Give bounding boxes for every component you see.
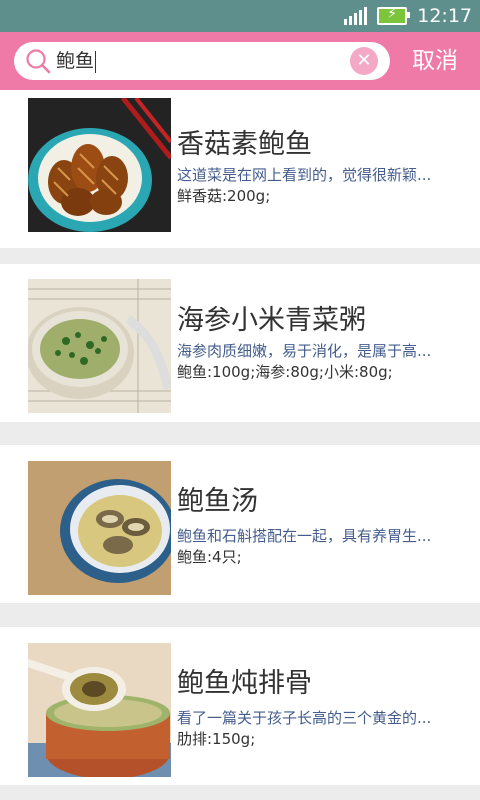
clock: 12:17 — [417, 5, 472, 27]
recipe-description: 看了一篇关于孩子长高的三个黄金的... — [177, 709, 432, 727]
search-icon — [26, 49, 51, 74]
recipe-thumbnail — [28, 279, 171, 413]
recipe-ingredients: 肋排:150g; — [177, 730, 256, 748]
list-item[interactable]: 鲍鱼炖排骨 看了一篇关于孩子长高的三个黄金的... 肋排:150g; — [0, 627, 480, 785]
recipe-thumbnail — [28, 98, 171, 232]
list-item[interactable]: 鲍鱼汤 鲍鱼和石斛搭配在一起，具有养胃生... 鲍鱼:4只; — [0, 445, 480, 603]
list-item[interactable]: 海参小米青菜粥 海参肉质细嫩，易于消化，是属于高... 鲍鱼:100g;海参:8… — [0, 264, 480, 422]
recipe-thumbnail — [28, 643, 171, 777]
cancel-button[interactable]: 取消 — [412, 46, 458, 76]
battery-icon: ⚡ — [377, 6, 411, 25]
search-query: 鲍鱼 — [56, 50, 95, 72]
recipe-thumbnail — [28, 461, 171, 595]
recipe-description: 海参肉质细嫩，易于消化，是属于高... — [177, 342, 432, 360]
recipe-ingredients: 鲍鱼:100g;海参:80g;小米:80g; — [177, 363, 393, 381]
signal-icon — [344, 7, 368, 25]
recipe-title: 鲍鱼炖排骨 — [177, 668, 312, 699]
recipe-description: 这道菜是在网上看到的，觉得很新颖... — [177, 166, 432, 184]
recipe-ingredients: 鲜香菇:200g; — [177, 187, 271, 205]
status-bar: ⚡ 12:17 — [0, 0, 480, 32]
recipe-ingredients: 鲍鱼:4只; — [177, 548, 242, 566]
recipe-title: 海参小米青菜粥 — [177, 305, 366, 336]
search-bar: 鲍鱼 ✕ 取消 — [0, 32, 480, 90]
list-item[interactable]: 香菇素鲍鱼 这道菜是在网上看到的，觉得很新颖... 鲜香菇:200g; — [0, 90, 480, 248]
clear-search-button[interactable]: ✕ — [350, 47, 378, 75]
recipe-title: 鲍鱼汤 — [177, 486, 258, 517]
recipe-description: 鲍鱼和石斛搭配在一起，具有养胃生... — [177, 527, 432, 545]
recipe-title: 香菇素鲍鱼 — [177, 129, 312, 160]
search-input[interactable]: 鲍鱼 ✕ — [14, 42, 390, 80]
